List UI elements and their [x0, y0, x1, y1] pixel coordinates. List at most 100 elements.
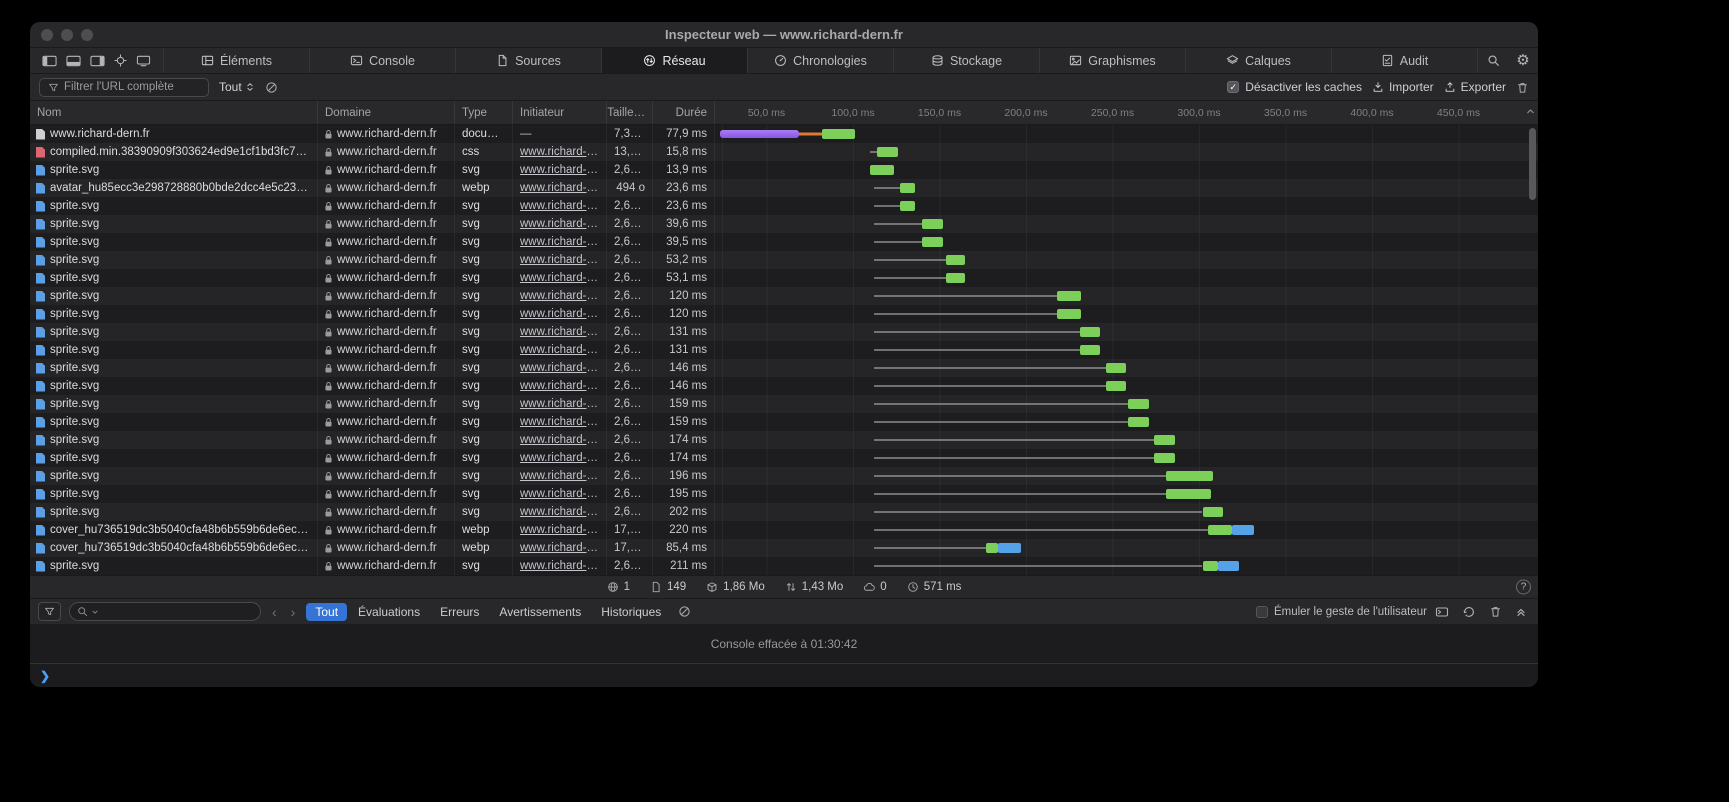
request-initiator[interactable]: www.richard-d… [513, 287, 607, 305]
tab-console[interactable]: Console [309, 48, 455, 73]
request-initiator[interactable]: www.richard-d… [513, 539, 607, 557]
previous-result-button[interactable]: ‹ [269, 604, 280, 620]
console-tab-historiques[interactable]: Historiques [592, 603, 670, 621]
tab-reseau[interactable]: Réseau [601, 48, 747, 73]
request-initiator[interactable]: www.richard-d… [513, 197, 607, 215]
network-request-row[interactable]: cover_hu736519dc3b5040cfa48b6b559b6de6ec… [30, 521, 1538, 539]
request-initiator[interactable]: www.richard-d… [513, 449, 607, 467]
network-request-row[interactable]: sprite.svg www.richard-dern.fr svg www.r… [30, 449, 1538, 467]
network-request-row[interactable]: sprite.svg www.richard-dern.fr svg www.r… [30, 341, 1538, 359]
console-search-field[interactable] [69, 602, 261, 621]
request-initiator[interactable]: www.richard-d… [513, 395, 607, 413]
help-button[interactable]: ? [1516, 580, 1531, 595]
network-request-row[interactable]: sprite.svg www.richard-dern.fr svg www.r… [30, 503, 1538, 521]
history-icon[interactable] [1462, 605, 1476, 619]
tab-chronologies[interactable]: Chronologies [747, 48, 893, 73]
network-request-row[interactable]: sprite.svg www.richard-dern.fr svg www.r… [30, 395, 1538, 413]
tab-audit[interactable]: Audit [1331, 48, 1477, 73]
expand-console-icon[interactable] [1515, 606, 1527, 618]
import-button[interactable]: Importer [1372, 80, 1434, 94]
clear-console-icon[interactable] [1489, 605, 1502, 618]
network-request-row[interactable]: sprite.svg www.richard-dern.fr svg www.r… [30, 485, 1538, 503]
next-result-button[interactable]: › [288, 604, 299, 620]
titlebar[interactable]: Inspecteur web — www.richard-dern.fr [30, 22, 1538, 48]
request-initiator[interactable]: www.richard-d… [513, 557, 607, 575]
request-initiator[interactable]: www.richard-d… [513, 341, 607, 359]
request-initiator[interactable]: www.richard-d… [513, 413, 607, 431]
column-header-size[interactable]: Taille… [607, 101, 653, 124]
request-initiator[interactable]: www.richard-d… [513, 467, 607, 485]
network-request-row[interactable]: sprite.svg www.richard-dern.fr svg www.r… [30, 557, 1538, 575]
tab-calques[interactable]: Calques [1185, 48, 1331, 73]
column-header-domain[interactable]: Domaine [318, 101, 455, 124]
network-request-row[interactable]: sprite.svg www.richard-dern.fr svg www.r… [30, 251, 1538, 269]
network-request-row[interactable]: sprite.svg www.richard-dern.fr svg www.r… [30, 233, 1538, 251]
disable-caches-checkbox-row[interactable]: Désactiver les caches [1227, 80, 1362, 94]
network-request-row[interactable]: sprite.svg www.richard-dern.fr svg www.r… [30, 215, 1538, 233]
network-request-row[interactable]: cover_hu736519dc3b5040cfa48b6b559b6de6ec… [30, 539, 1538, 557]
network-request-row[interactable]: sprite.svg www.richard-dern.fr svg www.r… [30, 161, 1538, 179]
device-icon[interactable] [136, 55, 151, 67]
request-initiator[interactable]: www.richard-d… [513, 359, 607, 377]
network-request-row[interactable]: sprite.svg www.richard-dern.fr svg www.r… [30, 431, 1538, 449]
request-initiator[interactable]: www.richard-d… [513, 305, 607, 323]
request-initiator[interactable]: www.richard-d… [513, 161, 607, 179]
dock-bottom-icon[interactable] [66, 55, 81, 67]
network-request-row[interactable]: sprite.svg www.richard-dern.fr svg www.r… [30, 413, 1538, 431]
request-initiator[interactable]: www.richard-d… [513, 323, 607, 341]
network-request-row[interactable]: sprite.svg www.richard-dern.fr svg www.r… [30, 305, 1538, 323]
vertical-scrollbar-thumb[interactable] [1529, 128, 1536, 200]
element-selector-icon[interactable] [114, 54, 127, 67]
emulate-user-gesture-row[interactable]: Émuler le geste de l'utilisateur [1256, 606, 1427, 618]
export-button[interactable]: Exporter [1444, 80, 1506, 94]
console-drawer-icon[interactable] [1435, 605, 1449, 619]
network-request-row[interactable]: compiled.min.38390909f303624ed9e1cf1bd3f… [30, 143, 1538, 161]
column-header-duration[interactable]: Durée [653, 101, 715, 124]
emulate-user-gesture-checkbox[interactable] [1256, 606, 1268, 618]
network-request-row[interactable]: sprite.svg www.richard-dern.fr svg www.r… [30, 287, 1538, 305]
console-filter-button[interactable] [38, 602, 61, 621]
url-filter-field[interactable]: Filtrer l'URL complète [39, 78, 209, 97]
tab-elements[interactable]: Éléments [163, 48, 309, 73]
minimize-button[interactable] [61, 29, 73, 41]
request-initiator[interactable]: www.richard-d… [513, 485, 607, 503]
request-initiator[interactable]: www.richard-d… [513, 269, 607, 287]
console-tab-tout[interactable]: Tout [306, 603, 347, 621]
network-request-row[interactable]: avatar_hu85ecc3e298728880b0bde2dcc4e5c23… [30, 179, 1538, 197]
tab-stockage[interactable]: Stockage [893, 48, 1039, 73]
request-initiator[interactable]: www.richard-d… [513, 521, 607, 539]
request-initiator[interactable]: www.richard-d… [513, 503, 607, 521]
request-initiator[interactable]: www.richard-d… [513, 251, 607, 269]
content-blocker-button[interactable] [265, 81, 278, 94]
search-button[interactable] [1478, 48, 1508, 73]
request-initiator[interactable]: www.richard-d… [513, 179, 607, 197]
network-request-row[interactable]: sprite.svg www.richard-dern.fr svg www.r… [30, 269, 1538, 287]
request-initiator[interactable]: www.richard-d… [513, 215, 607, 233]
collapse-table-button[interactable] [1525, 106, 1536, 120]
dock-left-icon[interactable] [42, 55, 57, 67]
column-header-type[interactable]: Type [455, 101, 513, 124]
network-request-row[interactable]: www.richard-dern.fr www.richard-dern.fr … [30, 125, 1538, 143]
column-header-name[interactable]: Nom [30, 101, 318, 124]
console-tab-erreurs[interactable]: Erreurs [431, 603, 488, 621]
request-initiator[interactable]: www.richard-d… [513, 233, 607, 251]
disable-caches-checkbox[interactable] [1227, 81, 1239, 93]
tab-graphismes[interactable]: Graphismes [1039, 48, 1185, 73]
dock-right-icon[interactable] [90, 55, 105, 67]
network-request-row[interactable]: sprite.svg www.richard-dern.fr svg www.r… [30, 467, 1538, 485]
console-tab-evaluations[interactable]: Évaluations [349, 603, 429, 621]
column-header-initiator[interactable]: Initiateur [513, 101, 607, 124]
zoom-button[interactable] [81, 29, 93, 41]
console-message-blocker-button[interactable] [678, 605, 691, 618]
tab-sources[interactable]: Sources [455, 48, 601, 73]
request-initiator[interactable]: www.richard-d… [513, 377, 607, 395]
network-request-row[interactable]: sprite.svg www.richard-dern.fr svg www.r… [30, 197, 1538, 215]
console-tab-avertissements[interactable]: Avertissements [490, 603, 590, 621]
network-request-row[interactable]: sprite.svg www.richard-dern.fr svg www.r… [30, 359, 1538, 377]
console-prompt[interactable]: ❯ [30, 663, 1538, 687]
clear-network-items-button[interactable] [1516, 81, 1529, 94]
settings-button[interactable]: ⚙ [1508, 48, 1538, 73]
close-button[interactable] [41, 29, 53, 41]
network-request-row[interactable]: sprite.svg www.richard-dern.fr svg www.r… [30, 377, 1538, 395]
request-initiator[interactable]: www.richard-d… [513, 143, 607, 161]
